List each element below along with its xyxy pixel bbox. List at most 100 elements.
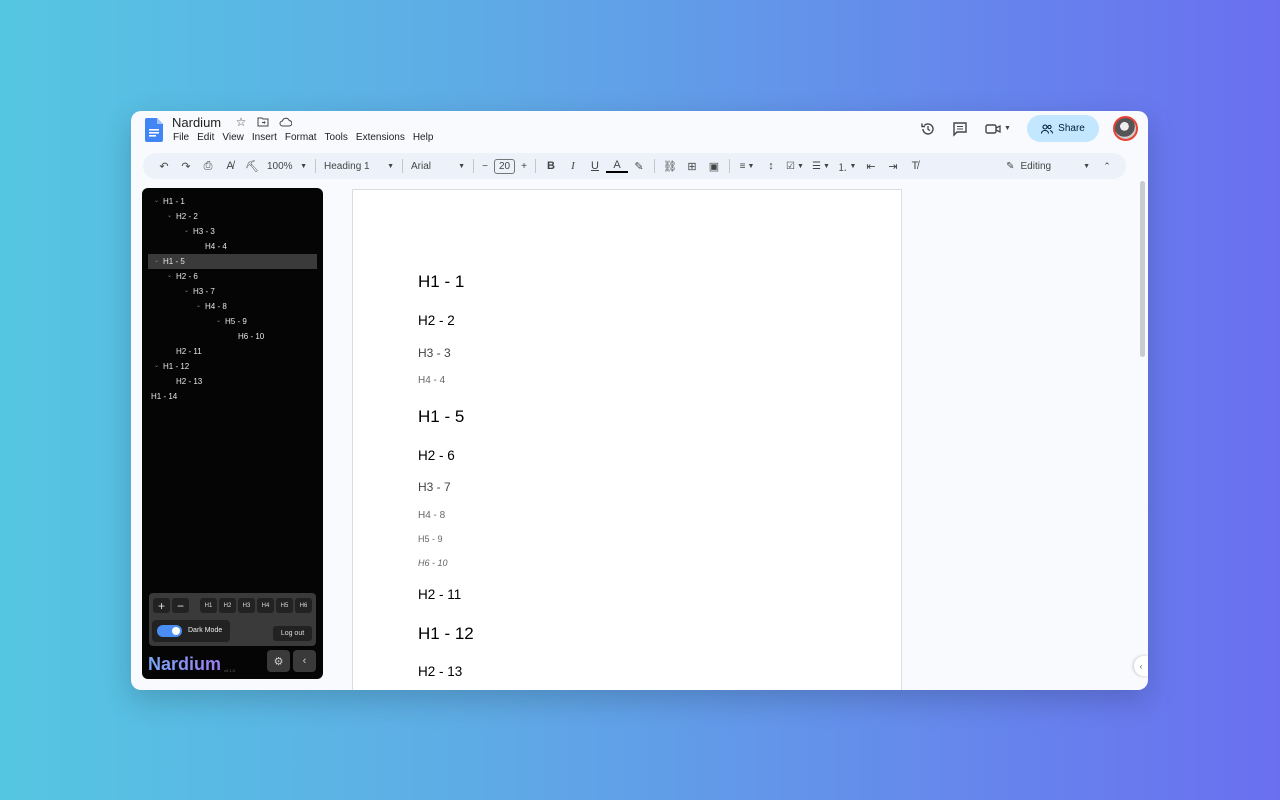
paint-format-icon[interactable]: ⛏ xyxy=(241,156,263,176)
highlight-icon[interactable]: ✎ xyxy=(628,156,650,176)
outline-item[interactable]: H6 - 10 xyxy=(142,329,323,344)
heading-level-button[interactable]: H3 xyxy=(238,598,255,613)
outline-item[interactable]: H4 - 4 xyxy=(142,239,323,254)
document-heading-h5[interactable]: H5 - 9 xyxy=(418,534,443,544)
spellcheck-icon[interactable]: A̸ xyxy=(219,156,241,176)
decrease-font-size-icon[interactable]: − xyxy=(478,156,492,176)
outline-item[interactable]: ⌄ H3 - 3 xyxy=(142,224,323,239)
menu-extensions[interactable]: Extensions xyxy=(356,132,405,143)
vertical-scrollbar[interactable] xyxy=(1140,181,1145,357)
menu-view[interactable]: View xyxy=(222,132,244,143)
insert-link-icon[interactable]: ⛓ xyxy=(659,156,681,176)
version-history-icon[interactable] xyxy=(919,120,937,138)
checklist-icon[interactable]: ☑ ▼ xyxy=(782,156,808,176)
increase-indent-icon[interactable]: ⇥ xyxy=(882,156,904,176)
heading-level-button[interactable]: H5 xyxy=(276,598,293,613)
chevron-down-icon[interactable]: ⌄ xyxy=(184,284,189,299)
outline-item[interactable]: ⌄ H1 - 5 xyxy=(148,254,317,269)
menu-edit[interactable]: Edit xyxy=(197,132,214,143)
outline-item[interactable]: H2 - 11 xyxy=(142,344,323,359)
outline-item[interactable]: ⌄ H5 - 9 xyxy=(142,314,323,329)
meet-icon[interactable]: ▼ xyxy=(983,120,1013,138)
cloud-status-icon[interactable] xyxy=(278,115,292,129)
mode-select[interactable]: ✎ Editing ▼ xyxy=(1006,161,1090,172)
outline-item[interactable]: ⌄ H2 - 6 xyxy=(142,269,323,284)
docs-logo-icon[interactable] xyxy=(145,118,163,142)
align-icon[interactable]: ≡ ▼ xyxy=(734,156,760,176)
font-select[interactable]: Arial ▼ xyxy=(407,156,469,176)
settings-gear-icon[interactable]: ⚙ xyxy=(267,650,290,672)
style-select[interactable]: Heading 1 ▼ xyxy=(320,156,398,176)
menu-format[interactable]: Format xyxy=(285,132,317,143)
chevron-down-icon[interactable]: ⌄ xyxy=(154,254,159,269)
side-panel-toggle-icon[interactable]: ‹ xyxy=(1134,656,1148,676)
outline-tree: ⌄ H1 - 1 ⌄ H2 - 2 ⌄ H3 - 3 H4 - 4 ⌄ H1 - 5 ⌄ H2 - … xyxy=(142,194,323,404)
chevron-down-icon[interactable]: ⌄ xyxy=(184,224,189,239)
underline-icon[interactable]: U xyxy=(584,156,606,176)
document-heading-h2[interactable]: H2 - 13 xyxy=(418,664,462,679)
outline-item[interactable]: ⌄ H3 - 7 xyxy=(142,284,323,299)
outline-item[interactable]: H1 - 14 xyxy=(142,389,323,404)
document-heading-h2[interactable]: H2 - 6 xyxy=(418,448,455,463)
chevron-down-icon[interactable]: ⌄ xyxy=(196,299,201,314)
chevron-down-icon[interactable]: ⌄ xyxy=(154,194,159,209)
heading-level-button[interactable]: H6 xyxy=(295,598,312,613)
clear-formatting-icon[interactable]: T̸ xyxy=(904,156,926,176)
chevron-down-icon[interactable]: ⌄ xyxy=(154,359,159,374)
font-size-input[interactable]: 20 xyxy=(494,158,515,174)
chevron-down-icon[interactable]: ⌄ xyxy=(167,269,172,284)
document-title[interactable]: Nardium xyxy=(172,115,221,130)
collapse-toolbar-icon[interactable]: ⌃ xyxy=(1100,156,1114,176)
comments-icon[interactable] xyxy=(951,120,969,138)
document-heading-h1[interactable]: H1 - 1 xyxy=(418,272,464,292)
menu-insert[interactable]: Insert xyxy=(252,132,277,143)
undo-icon[interactable]: ↶ xyxy=(153,156,175,176)
collapse-sidebar-chevron-left-icon[interactable]: ‹ xyxy=(293,650,316,672)
document-page[interactable]: H1 - 1 H2 - 2 H3 - 3 H4 - 4 H1 - 5 H2 - 6 H3 -… xyxy=(352,189,902,690)
insert-image-icon[interactable]: ▣ xyxy=(703,156,725,176)
document-heading-h3[interactable]: H3 - 7 xyxy=(418,480,451,494)
italic-icon[interactable]: I xyxy=(562,156,584,176)
toolbar-divider xyxy=(729,159,730,173)
document-heading-h2[interactable]: H2 - 2 xyxy=(418,313,455,328)
redo-icon[interactable]: ↷ xyxy=(175,156,197,176)
heading-level-button[interactable]: H2 xyxy=(219,598,236,613)
menu-help[interactable]: Help xyxy=(413,132,434,143)
menu-file[interactable]: File xyxy=(173,132,189,143)
move-folder-icon[interactable] xyxy=(256,115,270,129)
logout-button[interactable]: Log out xyxy=(273,626,312,641)
outline-item[interactable]: H2 - 13 xyxy=(142,374,323,389)
bulleted-list-icon[interactable]: ☰ ▼ xyxy=(808,156,834,176)
add-comment-icon[interactable]: ⊞ xyxy=(681,156,703,176)
collapse-all-button[interactable]: − xyxy=(172,598,189,613)
text-color-icon[interactable]: A xyxy=(606,159,628,173)
outline-item[interactable]: ⌄ H1 - 1 xyxy=(142,194,323,209)
line-spacing-icon[interactable]: ↕ xyxy=(760,156,782,176)
zoom-select[interactable]: 100% ▼ xyxy=(263,156,311,176)
print-icon[interactable]: ⎙ xyxy=(197,156,219,176)
document-heading-h6[interactable]: H6 - 10 xyxy=(418,558,448,568)
decrease-indent-icon[interactable]: ⇤ xyxy=(860,156,882,176)
outline-item[interactable]: ⌄ H2 - 2 xyxy=(142,209,323,224)
document-heading-h4[interactable]: H4 - 8 xyxy=(418,510,445,521)
numbered-list-icon[interactable]: ⒈ ▼ xyxy=(834,156,860,176)
expand-all-button[interactable]: + xyxy=(153,598,170,613)
document-heading-h1[interactable]: H1 - 5 xyxy=(418,407,464,427)
outline-item[interactable]: ⌄ H1 - 12 xyxy=(142,359,323,374)
document-heading-h4[interactable]: H4 - 4 xyxy=(418,375,445,386)
heading-level-button[interactable]: H1 xyxy=(200,598,217,613)
outline-item[interactable]: ⌄ H4 - 8 xyxy=(142,299,323,314)
chevron-down-icon[interactable]: ⌄ xyxy=(167,209,172,224)
heading-level-button[interactable]: H4 xyxy=(257,598,274,613)
increase-font-size-icon[interactable]: + xyxy=(517,156,531,176)
document-heading-h1[interactable]: H1 - 12 xyxy=(418,624,474,644)
chevron-down-icon[interactable]: ⌄ xyxy=(216,314,221,329)
star-icon[interactable]: ☆ xyxy=(234,115,248,129)
document-heading-h2[interactable]: H2 - 11 xyxy=(418,587,461,602)
document-heading-h3[interactable]: H3 - 3 xyxy=(418,346,451,360)
account-avatar[interactable] xyxy=(1113,116,1138,141)
dark-mode-toggle[interactable] xyxy=(157,625,182,637)
bold-icon[interactable]: B xyxy=(540,156,562,176)
menu-tools[interactable]: Tools xyxy=(325,132,348,143)
share-button[interactable]: Share xyxy=(1027,115,1099,142)
